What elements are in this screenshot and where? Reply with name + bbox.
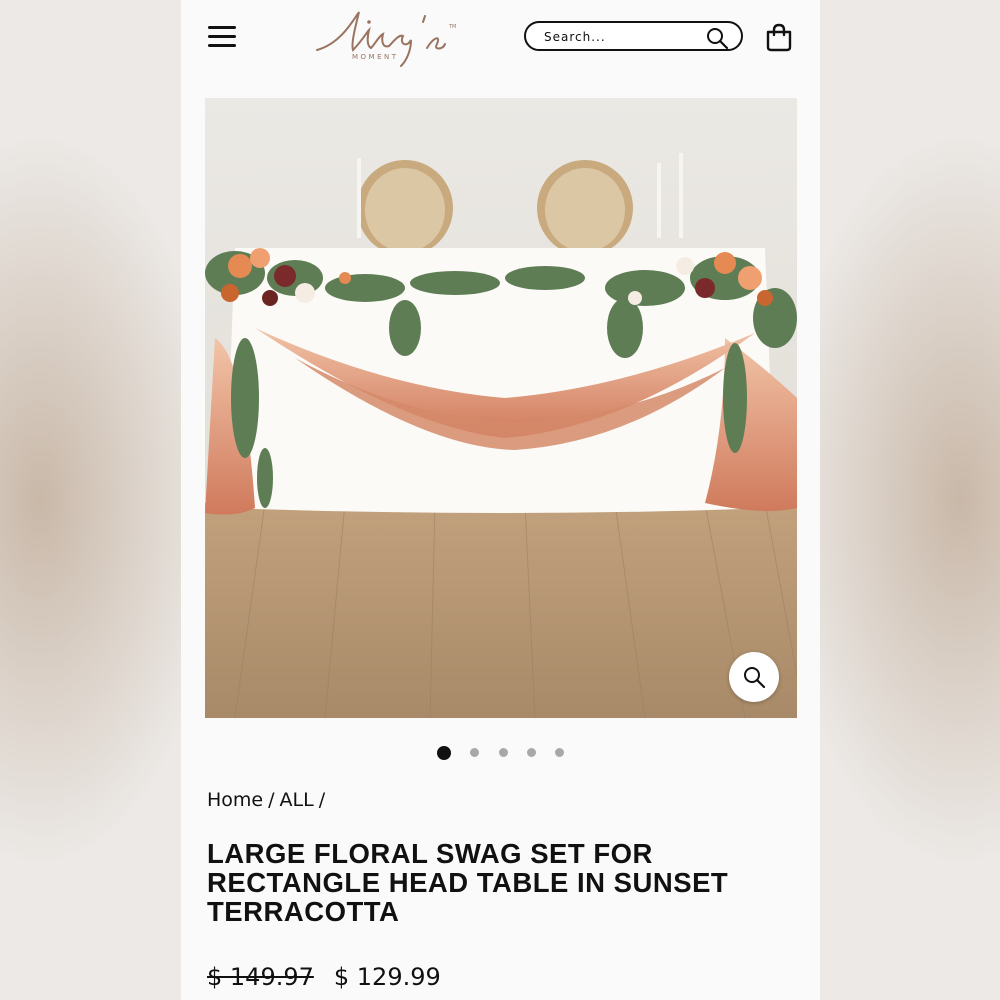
logo-subtext: MOMENT <box>352 53 399 61</box>
zoom-search-icon <box>744 667 766 689</box>
site-header: MOMENT TM <box>181 0 820 80</box>
price-block: $ 149.97 $ 129.99 <box>207 963 441 991</box>
shopping-bag-icon[interactable] <box>763 21 795 53</box>
search-input[interactable] <box>542 27 706 47</box>
gallery-dot-3[interactable] <box>498 748 508 757</box>
search-icon[interactable] <box>705 26 729 50</box>
gallery-dot-1[interactable] <box>437 745 452 760</box>
hamburger-menu-icon[interactable] <box>208 24 238 50</box>
gallery-pagination <box>181 742 820 760</box>
search-bar[interactable] <box>524 21 743 51</box>
breadcrumb-separator: / <box>318 789 326 811</box>
breadcrumb-all[interactable]: ALL <box>280 789 314 811</box>
product-title: LARGE FLORAL SWAG SET FOR RECTANGLE HEAD… <box>207 838 729 927</box>
product-page: MOMENT TM Search... Home / ALL / LARGE F… <box>181 0 820 1000</box>
gallery-dot-4[interactable] <box>526 748 536 757</box>
gallery-dot-2[interactable] <box>470 748 480 757</box>
breadcrumb: Home / ALL / <box>207 789 330 811</box>
zoom-button[interactable] <box>729 652 779 702</box>
gallery-dot-5[interactable] <box>554 748 564 757</box>
breadcrumb-home[interactable]: Home <box>207 789 263 811</box>
original-price: $ 149.97 <box>207 963 314 991</box>
sale-price: $ 129.99 <box>333 963 441 991</box>
brand-logo[interactable]: MOMENT TM <box>311 4 461 72</box>
logo-tm: TM <box>449 24 457 30</box>
breadcrumb-separator: / <box>268 789 275 811</box>
product-image[interactable] <box>205 98 797 718</box>
